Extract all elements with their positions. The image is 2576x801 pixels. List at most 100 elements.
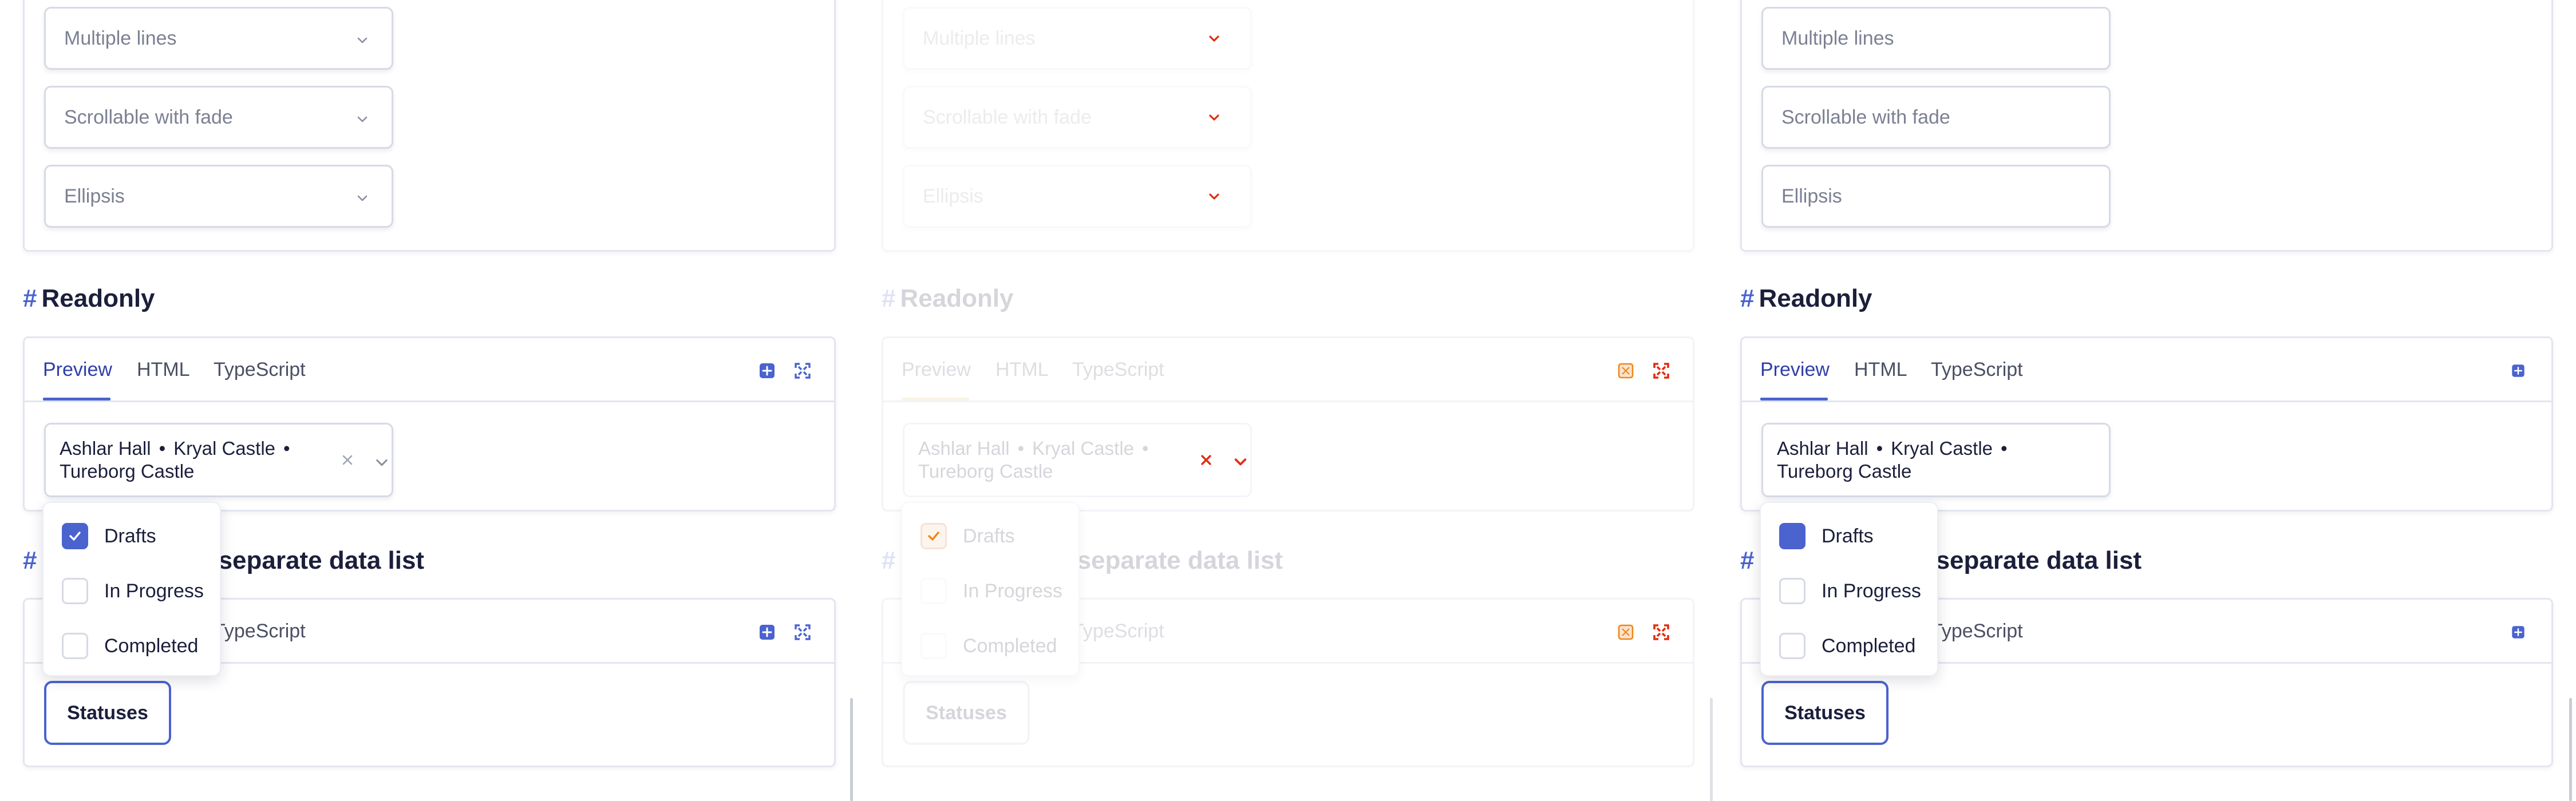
anchor-hash[interactable]: # — [1740, 284, 1754, 312]
open-in-editor-icon[interactable] — [2510, 624, 2526, 640]
checkbox-checked[interactable] — [62, 523, 88, 549]
option-label: Drafts — [963, 525, 1015, 547]
readonly-multiselect[interactable]: Ashlar Hall • Kryal Castle • Tureborg Castle — [1761, 423, 2111, 497]
selected-value: Kryal Castle — [173, 438, 276, 459]
open-in-editor-icon — [1616, 622, 1635, 642]
chevron-down-icon[interactable] — [374, 452, 388, 466]
select-label: Ellipsis — [923, 185, 983, 207]
checkbox[interactable] — [1779, 578, 1805, 604]
open-in-editor-icon — [1616, 361, 1635, 380]
checkbox[interactable] — [62, 633, 88, 659]
option-in-progress[interactable]: In Progress — [1779, 577, 1921, 605]
chevron-down-icon — [356, 187, 369, 201]
value-separator: • — [2001, 438, 2008, 459]
option-drafts[interactable]: Drafts — [62, 522, 156, 550]
readonly-multiselect: Ashlar Hall • Kryal Castle • Tureborg Castle — [903, 423, 1252, 497]
selected-value: Kryal Castle — [1032, 438, 1135, 459]
value-separator: • — [1876, 438, 1883, 459]
heading-text: Readonly — [41, 284, 155, 312]
option-completed[interactable]: Completed — [1779, 632, 1915, 660]
select-label: Ellipsis — [1781, 185, 1842, 207]
option-drafts[interactable]: Drafts — [1779, 522, 1874, 550]
option-label: Drafts — [1822, 525, 1874, 547]
clear-icon[interactable] — [340, 450, 355, 465]
checkbox[interactable] — [1779, 633, 1805, 659]
option-label: In Progress — [1822, 580, 1921, 602]
demo-tabs: Preview HTML TypeScript — [883, 338, 1693, 402]
value-separator: • — [159, 438, 166, 459]
option-label: In Progress — [104, 580, 204, 602]
anchor-hash[interactable]: # — [23, 546, 37, 574]
statuses-dropdown: Drafts In Progress Completed — [901, 502, 1080, 676]
value-separator: • — [1017, 438, 1025, 459]
readonly-demo-card: Preview HTML TypeScript Ashlar Hall • Krya… — [882, 336, 1694, 511]
tab-typescript[interactable]: TypeScript — [214, 359, 306, 381]
fullscreen-icon[interactable] — [793, 361, 812, 380]
select-ellipsis[interactable]: Ellipsis — [1761, 165, 2111, 228]
select-examples-card: Multiple lines Scrollable with fade Elli… — [882, 0, 1694, 252]
tab-typescript[interactable]: TypeScript — [1931, 359, 2023, 381]
tab-typescript: TypeScript — [1072, 359, 1164, 380]
readonly-multiselect[interactable]: Ashlar Hall • Kryal Castle • Tureborg Castle — [44, 423, 393, 497]
demo-panel-default: Multiple lines Scrollable with fade Elli… — [0, 0, 859, 801]
select-scrollable-with-fade[interactable]: Scrollable with fade — [44, 86, 393, 149]
select-multiple-lines: Multiple lines — [903, 7, 1252, 70]
anchor-hash[interactable]: # — [1740, 546, 1754, 574]
open-in-editor-icon[interactable] — [2510, 363, 2526, 379]
checkbox-checked — [920, 523, 947, 549]
select-ellipsis: Ellipsis — [903, 165, 1252, 228]
option-label: Completed — [104, 635, 199, 657]
vertical-scrollbar[interactable] — [850, 698, 853, 801]
demo-tabs: Preview HTML TypeScript — [1742, 338, 2551, 402]
tab-html[interactable]: HTML — [1854, 359, 1907, 381]
fullscreen-icon[interactable] — [793, 622, 812, 642]
option-in-progress[interactable]: In Progress — [62, 577, 204, 605]
tab-html[interactable]: HTML — [137, 359, 190, 381]
select-multiple-lines[interactable]: Multiple lines — [44, 7, 393, 70]
statuses-dropdown: Drafts In Progress Completed — [1760, 502, 1938, 676]
statuses-button[interactable]: Statuses — [1761, 681, 1888, 745]
anchor-hash[interactable]: # — [23, 284, 37, 312]
anchor-hash: # — [882, 284, 896, 312]
heading-text: n separate data list — [196, 546, 425, 574]
vertical-scrollbar[interactable] — [2569, 698, 2572, 801]
heading-text: Readonly — [1759, 284, 1872, 312]
statuses-button: Statuses — [903, 681, 1030, 745]
vertical-scrollbar[interactable] — [1710, 698, 1713, 801]
statuses-dropdown: Drafts In Progress Completed — [42, 502, 221, 676]
chevron-down-icon — [1208, 191, 1220, 203]
selected-value: Tureborg Castle — [1777, 461, 1912, 482]
checkbox — [920, 633, 947, 659]
checkbox-checked[interactable] — [1779, 523, 1805, 549]
chevron-down-icon — [1233, 452, 1247, 466]
select-label: Scrollable with fade — [64, 106, 233, 128]
checkbox[interactable] — [62, 578, 88, 604]
tab-preview[interactable]: Preview — [1760, 359, 1830, 381]
option-completed: Completed — [920, 632, 1057, 660]
tab-typescript[interactable]: TypeScript — [214, 620, 306, 643]
select-multiple-lines[interactable]: Multiple lines — [1761, 7, 2111, 70]
open-in-editor-icon[interactable] — [757, 361, 777, 380]
selected-value: Tureborg Castle — [918, 461, 1053, 482]
select-ellipsis[interactable]: Ellipsis — [44, 165, 393, 228]
statuses-button[interactable]: Statuses — [44, 681, 171, 745]
chevron-down-icon — [1208, 33, 1220, 45]
fullscreen-icon — [1652, 361, 1671, 380]
clear-icon — [1199, 450, 1214, 465]
chevron-down-icon — [356, 29, 369, 43]
tab-preview[interactable]: Preview — [43, 359, 112, 381]
select-label: Scrollable with fade — [923, 106, 1092, 128]
demo-tabs: Preview HTML TypeScript — [25, 338, 834, 402]
option-completed[interactable]: Completed — [62, 632, 198, 660]
option-label: Drafts — [104, 525, 156, 547]
active-tab-indicator — [1760, 398, 1828, 400]
open-in-editor-icon[interactable] — [757, 622, 777, 642]
option-label: Completed — [1822, 635, 1916, 657]
select-scrollable-with-fade[interactable]: Scrollable with fade — [1761, 86, 2111, 149]
readonly-demo-card: Preview HTML TypeScript Ashlar Hall • Krya… — [23, 336, 836, 511]
select-examples-card: Multiple lines Scrollable with fade Elli… — [23, 0, 836, 252]
anchor-hash: # — [882, 546, 896, 574]
tab-typescript[interactable]: TypeScript — [1931, 620, 2023, 643]
active-tab-indicator — [43, 398, 110, 400]
selected-value: Ashlar Hall — [60, 438, 151, 459]
